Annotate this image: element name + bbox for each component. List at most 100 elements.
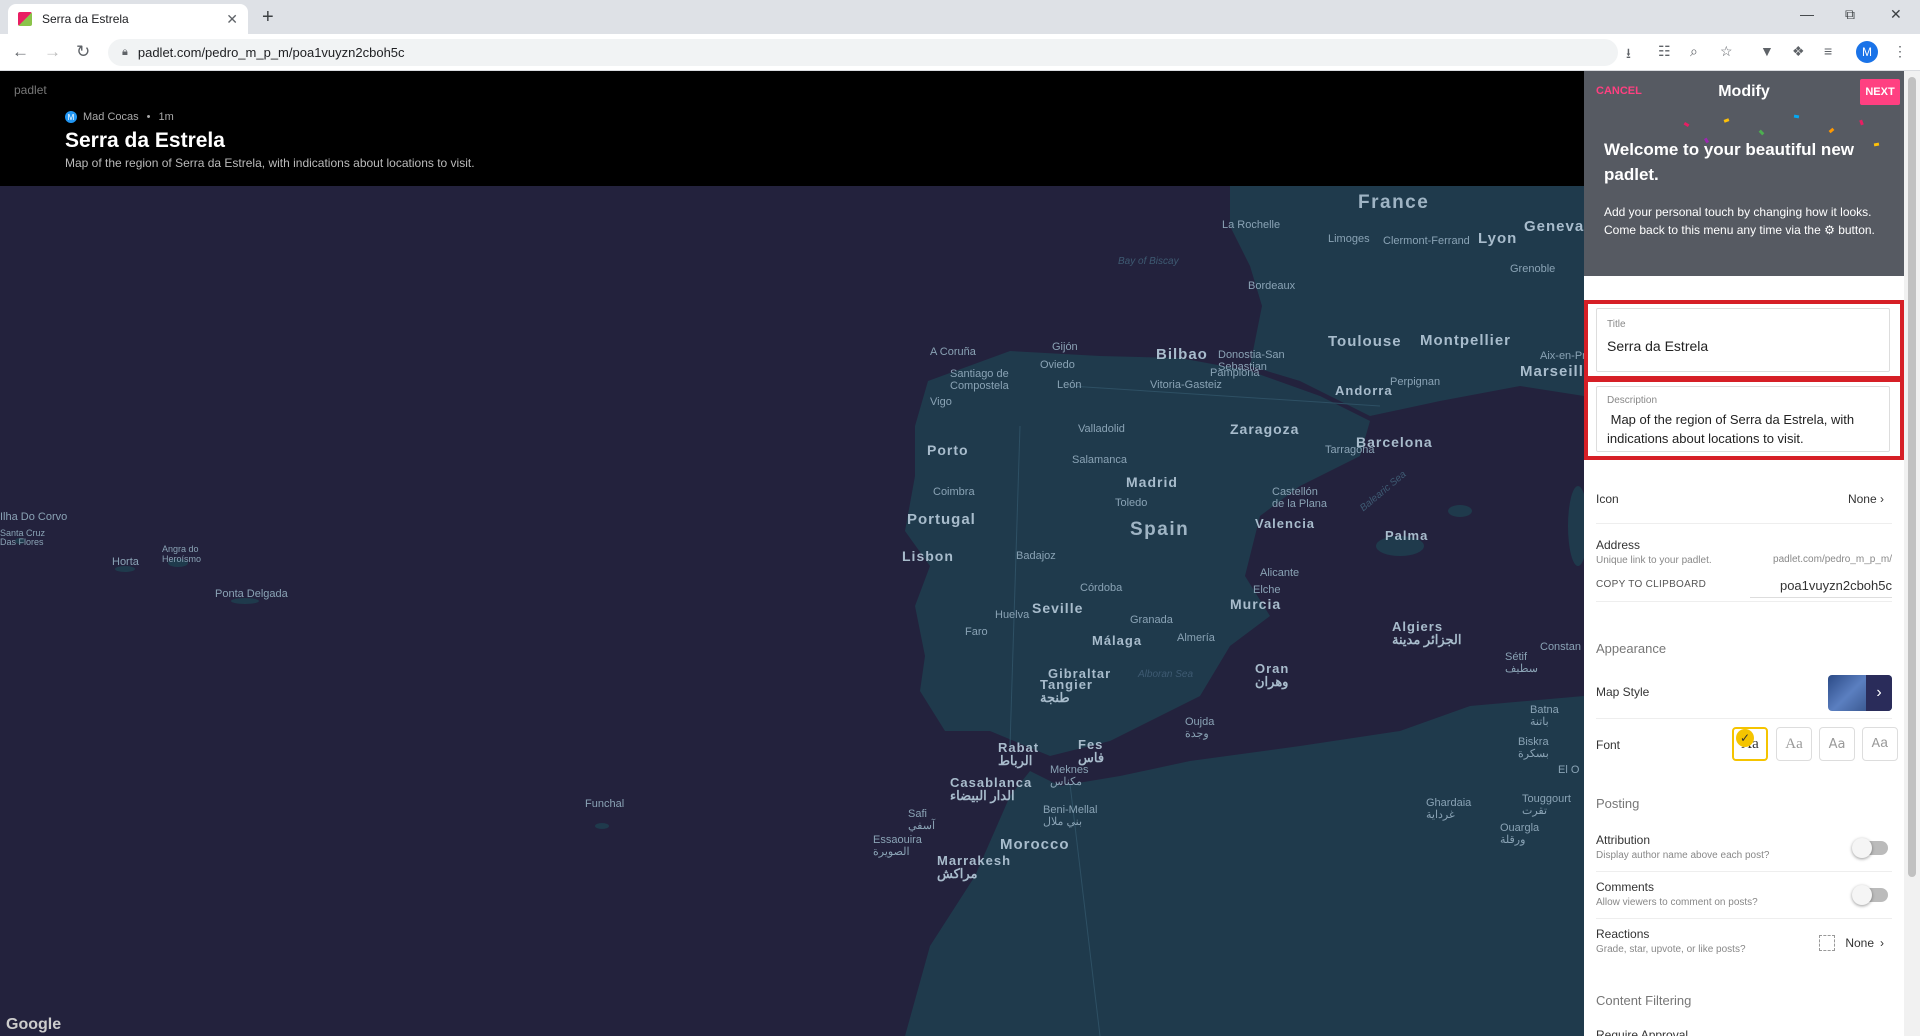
minimize-icon[interactable]: — (1800, 6, 1814, 22)
map-label-murcia: Murcia (1230, 596, 1282, 612)
comments-toggle[interactable] (1852, 885, 1888, 905)
map-label-perpignan: Perpignan (1390, 376, 1441, 388)
restore-icon[interactable]: ⧉ (1845, 6, 1855, 23)
close-tab-icon[interactable]: ✕ (226, 11, 238, 28)
attribution-toggle[interactable] (1852, 838, 1888, 858)
next-button[interactable]: NEXT (1860, 79, 1900, 105)
confetti-decoration (1683, 121, 1690, 128)
bookmark-star-icon[interactable]: ☆ (1720, 43, 1733, 60)
divider (1596, 523, 1892, 524)
font-row: Font Aa ✓ Aa Aa Aa (1596, 727, 1898, 763)
title-field-value[interactable]: Serra da Estrela (1607, 336, 1879, 356)
map-label-toulouse: Toulouse (1328, 333, 1402, 350)
modify-panel: Modify CANCEL NEXT Welcome to your beaut… (1584, 71, 1904, 1036)
zoom-icon[interactable]: ⌕ (1690, 43, 1698, 60)
divider (1596, 601, 1892, 602)
map-label-biskra: Biskra بسكرة (1518, 736, 1549, 760)
map-canvas[interactable]: France Spain Portugal Morocco La Rochell… (0, 186, 1584, 1036)
panel-scrollbar[interactable] (1904, 71, 1920, 1036)
map-label-cordoba: Córdoba (1080, 582, 1123, 594)
map-label-horta: Horta (112, 556, 139, 568)
map-label-ilha-do-corvo: Ilha Do Corvo (0, 511, 68, 523)
reactions-row[interactable]: Reactions Grade, star, upvote, or like p… (1596, 927, 1892, 959)
browser-tab[interactable]: Serra da Estrela ✕ (8, 4, 248, 34)
attribution-row: Attribution Display author name above ea… (1596, 833, 1892, 865)
description-field[interactable]: Description Map of the region of Serra d… (1596, 386, 1890, 452)
reading-list-icon[interactable]: ≡ (1824, 43, 1832, 59)
padlet-page: padlet M Mad Cocas • 1m Serra da Estrela… (0, 71, 1584, 1036)
map-label-santiago: Santiago de Compostela (950, 368, 1009, 392)
forward-icon[interactable]: → (44, 42, 61, 62)
browser-tab-bar: Serra da Estrela ✕ + — ⧉ ✕ (0, 0, 1920, 34)
divider (1596, 918, 1892, 919)
map-label-constan: Constan (1540, 641, 1581, 653)
title-field-label: Title (1607, 319, 1626, 330)
map-label-montpellier: Montpellier (1420, 332, 1512, 349)
chevron-right-icon: › (1880, 492, 1884, 506)
post-time: 1m (158, 111, 174, 123)
icon-row[interactable]: Icon None › (1596, 492, 1892, 512)
font-option-4[interactable]: Aa (1862, 727, 1898, 761)
scrollbar-thumb[interactable] (1908, 77, 1916, 877)
menu-kebab-icon[interactable]: ⋮ (1893, 43, 1907, 60)
map-label-portugal: Portugal (907, 511, 976, 528)
font-option-3[interactable]: Aa (1819, 727, 1855, 761)
map-label-acoruna: A Coruña (930, 346, 976, 358)
map-label-granada: Granada (1130, 614, 1173, 626)
url-bar[interactable]: 🔒︎ padlet.com/pedro_m_p_m/poa1vuyzn2cboh… (108, 39, 1618, 66)
title-field[interactable]: Title Serra da Estrela (1596, 308, 1890, 372)
map-label-faro: Faro (965, 626, 988, 638)
map-label-clermont: Clermont-Ferrand (1383, 235, 1470, 247)
cancel-button[interactable]: CANCEL (1596, 85, 1642, 97)
reaction-none-icon (1819, 935, 1836, 951)
description-field-value[interactable]: Map of the region of Serra da Estrela, w… (1607, 410, 1879, 448)
map-label-barcelona: Barcelona (1356, 434, 1433, 450)
padlet-logo[interactable]: padlet (14, 83, 47, 97)
extension-icon[interactable]: ▼ (1760, 43, 1774, 59)
font-option-1[interactable]: Aa ✓ (1732, 727, 1768, 761)
comments-label: Comments (1596, 880, 1655, 894)
padlet-header: padlet M Mad Cocas • 1m Serra da Estrela… (0, 71, 1584, 186)
map-label-oujda: Oujda وجدة (1185, 716, 1215, 740)
address-slug-input[interactable]: poa1vuyzn2cboh5c (1749, 578, 1892, 598)
confetti-decoration (1859, 119, 1864, 126)
translate-icon[interactable]: ☷ (1658, 43, 1671, 60)
map-label-limoges: Limoges (1328, 233, 1370, 245)
map-label-seville: Seville (1032, 600, 1084, 616)
checkmark-icon: ✓ (1736, 729, 1754, 747)
map-label-vigo: Vigo (930, 396, 952, 408)
map-label-el-o: El O (1558, 764, 1580, 776)
map-label-geneva: Geneva (1524, 218, 1584, 235)
map-style-row[interactable]: Map Style › (1596, 675, 1892, 711)
reload-icon[interactable]: ↻ (76, 42, 90, 62)
window-close-icon[interactable]: ✕ (1890, 6, 1902, 23)
icon-row-value: None (1847, 492, 1877, 506)
map-label-spain: Spain (1130, 519, 1190, 540)
map-label-andorra: Andorra (1335, 383, 1393, 398)
map-label-angra: Angra do Heroísmo (162, 544, 202, 564)
posting-section-title: Posting (1596, 796, 1640, 811)
map-label-zaragoza: Zaragoza (1230, 421, 1300, 437)
map-label-almeria: Almería (1177, 632, 1215, 644)
map-label-alicante: Alicante (1260, 567, 1300, 579)
map-label-santa-cruz: Santa Cruz Das Flores (0, 528, 46, 547)
map-label-huelva: Huelva (995, 609, 1030, 621)
profile-avatar[interactable]: M (1856, 41, 1878, 63)
welcome-title: Welcome to your beautiful new padlet. (1604, 140, 1854, 184)
comments-row: Comments Allow viewers to comment on pos… (1596, 880, 1892, 912)
map-label-alboran-sea: Alboran Sea (1138, 669, 1194, 680)
address-row: Address Unique link to your padlet. padl… (1596, 538, 1892, 598)
comments-sub: Allow viewers to comment on posts? (1596, 897, 1758, 908)
back-icon[interactable]: ← (12, 42, 29, 62)
map-label-vitoria: Vitoria-Gasteiz (1150, 379, 1222, 391)
new-tab-button[interactable]: + (262, 6, 274, 29)
install-icon[interactable]: ⭳ (1626, 43, 1631, 67)
divider (1596, 871, 1892, 872)
map-label-rabat: Rabat الرباط (998, 740, 1040, 768)
reactions-value: None (1845, 936, 1874, 950)
map-style-thumbnail[interactable]: › (1828, 675, 1892, 711)
puzzle-icon[interactable]: ❖ (1792, 43, 1805, 60)
map-label-lyon: Lyon (1478, 230, 1518, 247)
map-label-marrakesh: Marrakesh مراكش (937, 853, 1012, 881)
font-option-2[interactable]: Aa (1776, 727, 1812, 761)
